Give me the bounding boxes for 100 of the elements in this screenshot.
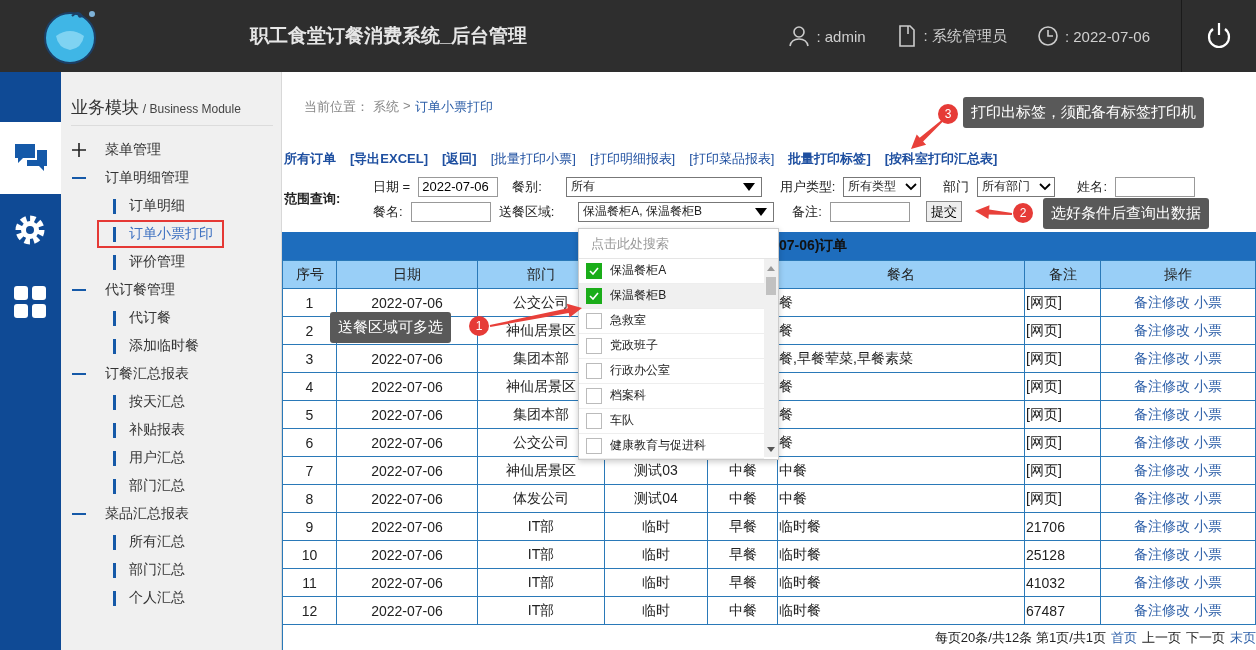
tree-group[interactable]: 订单明细管理 (60, 164, 281, 192)
toolbar-link[interactable]: [导出EXCEL] (350, 150, 428, 168)
action-link[interactable]: 备注修改 (1134, 433, 1190, 450)
dropdown-option[interactable]: 急救室 (579, 308, 765, 334)
action-link[interactable]: 小票 (1194, 461, 1222, 478)
dropdown-field[interactable]: 所有部门 (977, 176, 1056, 197)
action-link[interactable]: 小票 (1194, 489, 1222, 506)
action-link[interactable]: 备注修改 (1134, 489, 1190, 506)
input-field[interactable] (829, 201, 910, 222)
breadcrumb-item[interactable]: 系统 (373, 98, 399, 116)
tree-item[interactable]: 添加临时餐 (96, 332, 224, 360)
checkbox[interactable] (586, 412, 603, 429)
action-link[interactable]: 备注修改 (1134, 601, 1190, 618)
dropdown-option[interactable]: 保温餐柜B (579, 283, 765, 309)
checkbox[interactable] (586, 437, 603, 454)
table-cell: 临时 (604, 512, 708, 541)
action-link[interactable]: 备注修改 (1134, 321, 1190, 338)
submit-button[interactable]: 提交 (925, 201, 962, 222)
table-cell: 4 (282, 372, 337, 401)
dropdown-option[interactable]: 车队 (579, 408, 765, 434)
action-link[interactable]: 小票 (1194, 433, 1222, 450)
input-field[interactable] (1115, 176, 1196, 197)
action-link[interactable]: 小票 (1194, 293, 1222, 310)
app-title: 职工食堂订餐消费系统_后台管理 (250, 24, 527, 48)
section-title: 业务模块 (70, 97, 139, 119)
toolbar-link[interactable]: [批量打印小票] (490, 150, 576, 168)
page-link[interactable]: 首页 (1111, 629, 1137, 647)
action-link[interactable]: 备注修改 (1134, 573, 1190, 590)
field-label: 餐名: (373, 202, 403, 221)
header-text: : 2022-07-06 (1064, 27, 1150, 45)
checkbox[interactable] (586, 287, 603, 304)
action-link[interactable]: 小票 (1194, 405, 1222, 422)
table-cell: 11 (282, 568, 337, 597)
search-field[interactable]: 点击此处搜索 (579, 228, 779, 259)
breadcrumb-item[interactable]: > (403, 98, 411, 116)
input-field[interactable]: 2022-07-06 (418, 176, 499, 197)
check-icon (589, 266, 600, 275)
tree-item[interactable]: 订单小票打印 (96, 220, 224, 248)
action-link[interactable]: 备注修改 (1134, 377, 1190, 394)
action-link[interactable]: 备注修改 (1134, 545, 1190, 562)
bar-icon (112, 226, 116, 242)
table-title: 07-06)订单 (779, 237, 848, 255)
tree-item[interactable]: 部门汇总 (96, 556, 224, 584)
tree-item[interactable]: 订单明细 (96, 192, 224, 220)
toolbar-link[interactable]: 批量打印标签] (788, 150, 871, 168)
checkbox[interactable] (586, 312, 603, 329)
dropdown-field[interactable]: 所有 (565, 176, 762, 197)
action-link[interactable]: 备注修改 (1134, 349, 1190, 366)
tree-item[interactable]: 评价管理 (96, 248, 224, 276)
tree-item[interactable]: 补贴报表 (96, 416, 224, 444)
action-link[interactable]: 小票 (1194, 545, 1222, 562)
action-link[interactable]: 小票 (1194, 377, 1222, 394)
column-header: 餐名 (777, 260, 1025, 289)
tree-group[interactable]: 菜品汇总报表 (60, 500, 281, 528)
tree-item[interactable]: 用户汇总 (96, 444, 224, 472)
tree-group[interactable]: 订餐汇总报表 (60, 360, 281, 388)
tree-group[interactable]: 菜单管理 (60, 136, 281, 164)
column-header: 操作 (1100, 260, 1256, 289)
table-cell: 餐 (777, 428, 1025, 457)
dropdown-option[interactable]: 健康教育与促进科 (579, 433, 765, 459)
tree-item[interactable]: 个人汇总 (96, 584, 224, 612)
dropdown-field[interactable]: 所有类型 (843, 176, 922, 197)
toolbar-link[interactable]: [打印明细报表] (589, 150, 676, 168)
power-icon[interactable] (1206, 22, 1232, 50)
tree-item[interactable]: 代订餐 (96, 304, 224, 332)
action-link[interactable]: 备注修改 (1134, 405, 1190, 422)
action-link[interactable]: 小票 (1194, 601, 1222, 618)
column-header: 日期 (336, 260, 478, 289)
tree-item[interactable]: 部门汇总 (96, 472, 224, 500)
table-cell: 2022-07-06 (336, 428, 478, 457)
toolbar-link[interactable]: [打印菜品报表] (689, 150, 775, 168)
dropdown-option[interactable]: 党政班子 (579, 333, 765, 359)
toolbar-link[interactable]: [返回] (442, 150, 477, 168)
field-label: 送餐区域: (498, 202, 555, 221)
action-link[interactable]: 备注修改 (1134, 517, 1190, 534)
dropdown-field[interactable]: 保温餐柜A, 保温餐柜B (578, 201, 775, 222)
bar-icon (112, 478, 116, 494)
input-field[interactable] (410, 201, 491, 222)
toolbar-link[interactable]: 所有订单 (284, 150, 336, 168)
dropdown-option[interactable]: 档案科 (579, 383, 765, 409)
action-link[interactable]: 小票 (1194, 349, 1222, 366)
action-link[interactable]: 备注修改 (1134, 461, 1190, 478)
checkbox[interactable] (586, 262, 603, 279)
toolbar-link[interactable]: [按科室打印汇总表] (884, 150, 998, 168)
action-link[interactable]: 小票 (1194, 517, 1222, 534)
checkbox[interactable] (586, 362, 603, 379)
dropdown-option[interactable]: 保温餐柜A (579, 258, 765, 284)
checkbox[interactable] (586, 387, 603, 404)
callout-bubble: 送餐区域可多选 (330, 312, 451, 343)
action-link[interactable]: 小票 (1194, 321, 1222, 338)
tree-item[interactable]: 按天汇总 (96, 388, 224, 416)
tree-group[interactable]: 代订餐管理 (60, 276, 281, 304)
scrollbar[interactable] (764, 258, 779, 457)
checkbox[interactable] (586, 337, 603, 354)
dropdown-option[interactable]: 行政办公室 (579, 358, 765, 384)
tree-item[interactable]: 所有汇总 (96, 528, 224, 556)
bar-icon (112, 338, 116, 354)
page-link[interactable]: 末页 (1230, 629, 1256, 647)
action-link[interactable]: 小票 (1194, 573, 1222, 590)
action-link[interactable]: 备注修改 (1134, 293, 1190, 310)
